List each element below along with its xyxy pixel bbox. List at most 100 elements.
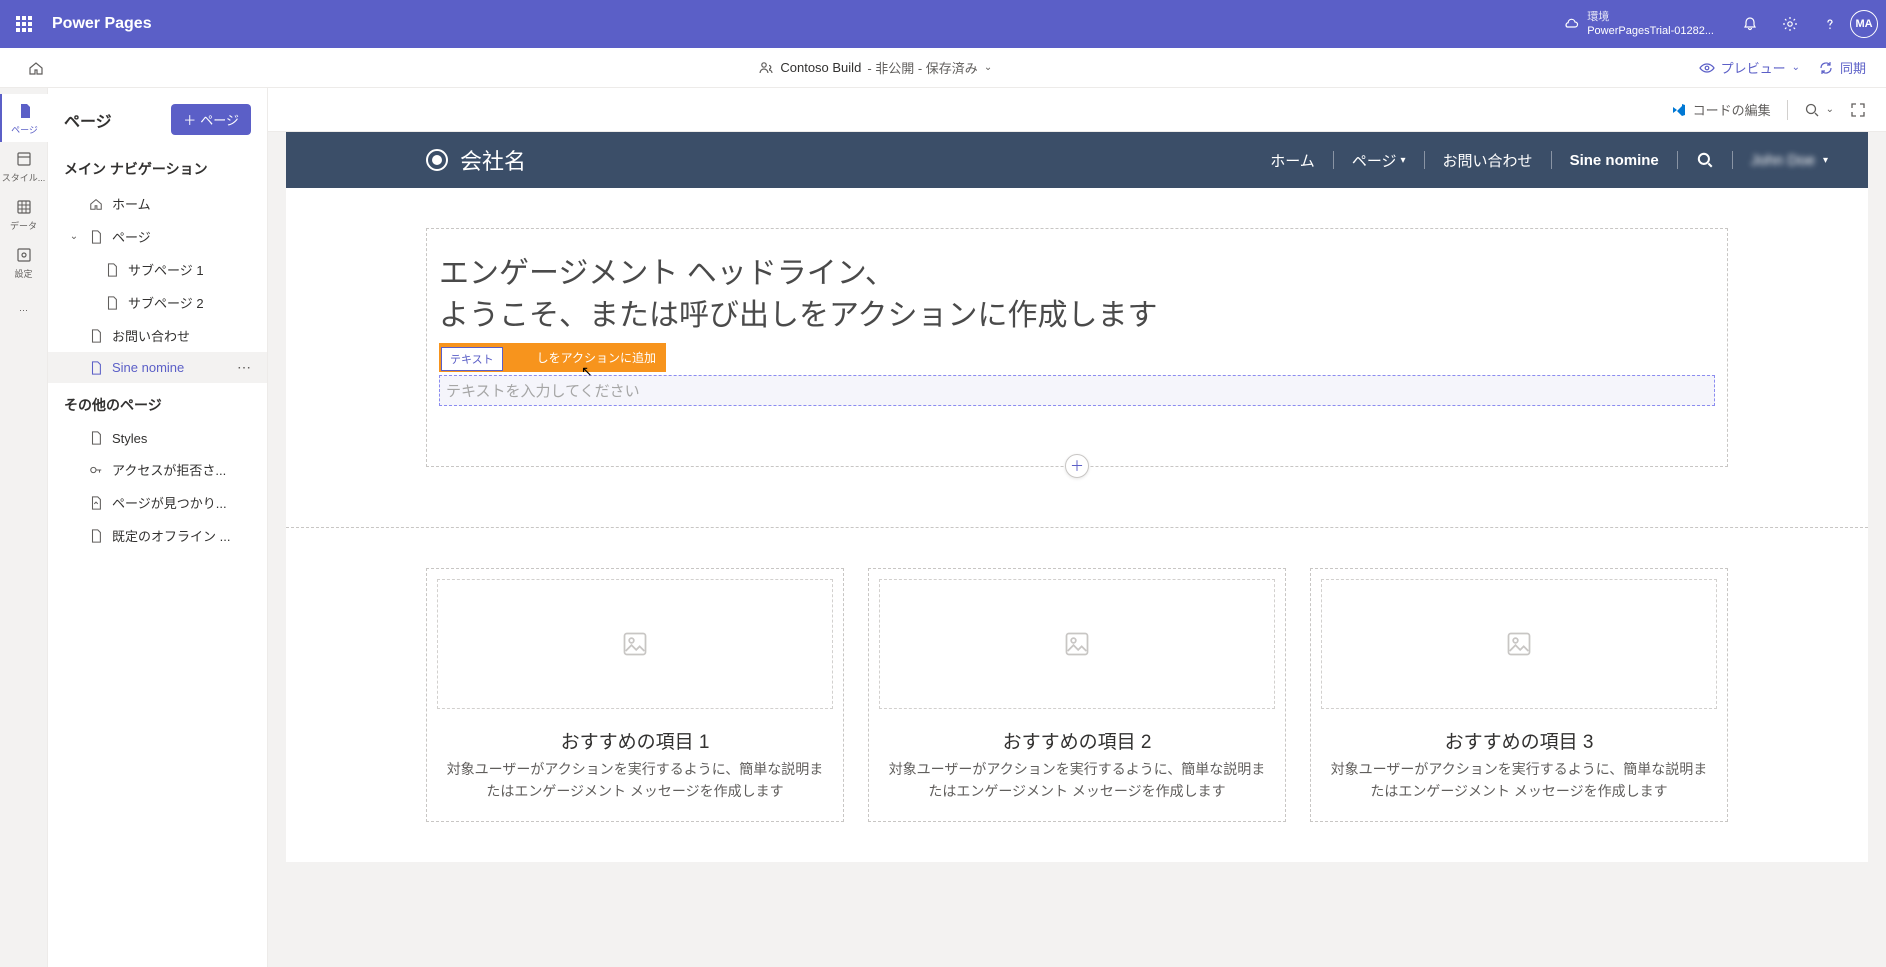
sidebar: ページ ＋ページ メイン ナビゲーション ホーム ⌄ ページ サブページ 1 サ…	[48, 88, 268, 967]
card-text[interactable]: 対象ユーザーがアクションを実行するように、簡単な説明またはエンゲージメント メッ…	[1311, 758, 1727, 821]
image-placeholder[interactable]	[1321, 579, 1717, 709]
card-title[interactable]: おすすめの項目 2	[869, 719, 1285, 758]
card-text[interactable]: 対象ユーザーがアクションを実行するように、簡単な説明またはエンゲージメント メッ…	[869, 758, 1285, 821]
page-icon	[104, 295, 120, 311]
page-icon	[88, 328, 104, 344]
fullscreen-button[interactable]	[1850, 102, 1866, 118]
rail-data[interactable]: データ	[0, 190, 48, 238]
site-status[interactable]: Contoso Build - 非公開 - 保存済み ⌄	[52, 58, 1699, 77]
nav-subpage-1[interactable]: サブページ 1	[48, 253, 267, 286]
preview-button[interactable]: プレビュー ⌄	[1699, 58, 1800, 77]
canvas: コードの編集 ⌄ 会社名 ホー	[268, 88, 1886, 967]
nav-home[interactable]: ホーム	[48, 187, 267, 220]
nav-not-found[interactable]: ページが見つかり...	[48, 486, 267, 519]
expand-icon	[1850, 102, 1866, 118]
feature-card-3[interactable]: おすすめの項目 3 対象ユーザーがアクションを実行するように、簡単な説明またはエ…	[1310, 568, 1728, 822]
nav-offline[interactable]: 既定のオフライン ...	[48, 519, 267, 552]
site-preview: 会社名 ホーム ページ▾ お問い合わせ Sine nomine	[286, 132, 1868, 862]
app-launcher-icon[interactable]	[8, 8, 40, 40]
rail-setup[interactable]: 設定	[0, 238, 48, 286]
page-icon	[88, 229, 104, 245]
home-icon[interactable]	[20, 60, 52, 76]
help-icon[interactable]	[1810, 4, 1850, 44]
card-title[interactable]: おすすめの項目 3	[1311, 719, 1727, 758]
page-icon	[104, 262, 120, 278]
vscode-icon	[1671, 102, 1687, 118]
site-name: Contoso Build	[780, 60, 861, 75]
rail-style[interactable]: スタイル...	[0, 142, 48, 190]
nav-contact[interactable]: お問い合わせ	[48, 319, 267, 352]
environment-picker[interactable]: 環境 PowerPagesTrial-01282...	[1563, 10, 1714, 39]
rail-more[interactable]: ⋯	[0, 286, 48, 334]
chevron-down-icon: ⌄	[984, 62, 992, 73]
style-icon	[14, 149, 34, 169]
nav-link-sine[interactable]: Sine nomine	[1552, 152, 1677, 169]
more-icon[interactable]: ⋯	[237, 359, 251, 376]
image-icon	[621, 630, 649, 658]
chevron-down-icon: ⌄	[68, 231, 80, 242]
nav-link-contact[interactable]: お問い合わせ	[1425, 150, 1551, 171]
nav-access-denied[interactable]: アクセスが拒否さ...	[48, 453, 267, 486]
top-bar: Power Pages 環境 PowerPagesTrial-01282... …	[0, 0, 1886, 48]
more-icon: ⋯	[14, 300, 34, 320]
logo-icon	[426, 149, 448, 171]
hero-headline[interactable]: エンゲージメント ヘッドライン、 ようこそ、または呼び出しをアクションに作成しま…	[439, 253, 1715, 337]
plus-icon: ＋	[183, 110, 196, 129]
feature-card-1[interactable]: おすすめの項目 1 対象ユーザーがアクションを実行するように、簡単な説明またはエ…	[426, 568, 844, 822]
feature-card-2[interactable]: おすすめの項目 2 対象ユーザーがアクションを実行するように、簡単な説明またはエ…	[868, 568, 1286, 822]
site-nav: 会社名 ホーム ページ▾ お問い合わせ Sine nomine	[286, 132, 1868, 188]
notifications-icon[interactable]	[1730, 4, 1770, 44]
zoom-button[interactable]: ⌄	[1804, 102, 1834, 118]
cards-section: おすすめの項目 1 対象ユーザーがアクションを実行するように、簡単な説明またはエ…	[286, 528, 1868, 862]
rail-pages[interactable]: ページ	[0, 94, 48, 142]
page-icon	[88, 360, 104, 376]
image-icon	[1063, 630, 1091, 658]
nav-link-pages[interactable]: ページ▾	[1334, 150, 1424, 171]
chevron-down-icon: ⌄	[1826, 104, 1834, 115]
sync-icon	[1818, 60, 1834, 76]
home-icon	[88, 196, 104, 212]
sub-header: Contoso Build - 非公開 - 保存済み ⌄ プレビュー ⌄ 同期	[0, 48, 1886, 88]
settings-icon[interactable]	[1770, 4, 1810, 44]
sync-button[interactable]: 同期	[1818, 58, 1866, 77]
user-avatar[interactable]: MA	[1850, 10, 1878, 38]
page-broken-icon	[88, 495, 104, 511]
image-placeholder[interactable]	[879, 579, 1275, 709]
canvas-toolbar: コードの編集 ⌄	[268, 88, 1886, 132]
nav-sine-nomine[interactable]: Sine nomine ⋯	[48, 352, 267, 383]
nav-pages[interactable]: ⌄ ページ	[48, 220, 267, 253]
profile-name[interactable]: John Doe	[1733, 152, 1833, 169]
hero-container[interactable]: エンゲージメント ヘッドライン、 ようこそ、または呼び出しをアクションに作成しま…	[426, 228, 1728, 467]
caret-down-icon: ▾	[1401, 155, 1406, 166]
cloud-icon	[1563, 16, 1579, 32]
search-icon	[1696, 151, 1714, 169]
env-label: 環境	[1587, 10, 1714, 24]
text-element-badge[interactable]: テキスト	[441, 347, 503, 371]
card-title[interactable]: おすすめの項目 1	[427, 719, 843, 758]
nav-styles[interactable]: Styles	[48, 423, 267, 453]
text-input-area[interactable]: テキストを入力してください	[439, 375, 1715, 406]
main-nav-heading: メイン ナビゲーション	[48, 147, 267, 187]
sidebar-title: ページ	[64, 108, 112, 132]
zoom-icon	[1804, 102, 1820, 118]
image-placeholder[interactable]	[437, 579, 833, 709]
hero-section: エンゲージメント ヘッドライン、 ようこそ、または呼び出しをアクションに作成しま…	[286, 188, 1868, 487]
site-status-text: - 非公開 - 保存済み	[867, 58, 978, 77]
separator	[1787, 100, 1788, 120]
setup-icon	[14, 245, 34, 265]
nav-link-home[interactable]: ホーム	[1252, 150, 1333, 171]
nav-subpage-2[interactable]: サブページ 2	[48, 286, 267, 319]
page-icon	[15, 101, 35, 121]
nav-search[interactable]	[1678, 151, 1732, 169]
data-icon	[14, 197, 34, 217]
edit-code-button[interactable]: コードの編集	[1671, 100, 1771, 119]
site-logo[interactable]: 会社名	[426, 144, 526, 176]
add-section-button[interactable]: ＋	[1065, 454, 1089, 478]
page-icon	[88, 430, 104, 446]
left-rail: ページ スタイル... データ 設定 ⋯	[0, 88, 48, 967]
other-pages-heading: その他のページ	[48, 383, 267, 423]
add-page-button[interactable]: ＋ページ	[171, 104, 251, 135]
card-text[interactable]: 対象ユーザーがアクションを実行するように、簡単な説明またはエンゲージメント メッ…	[427, 758, 843, 821]
people-icon	[758, 60, 774, 76]
page-icon	[88, 528, 104, 544]
